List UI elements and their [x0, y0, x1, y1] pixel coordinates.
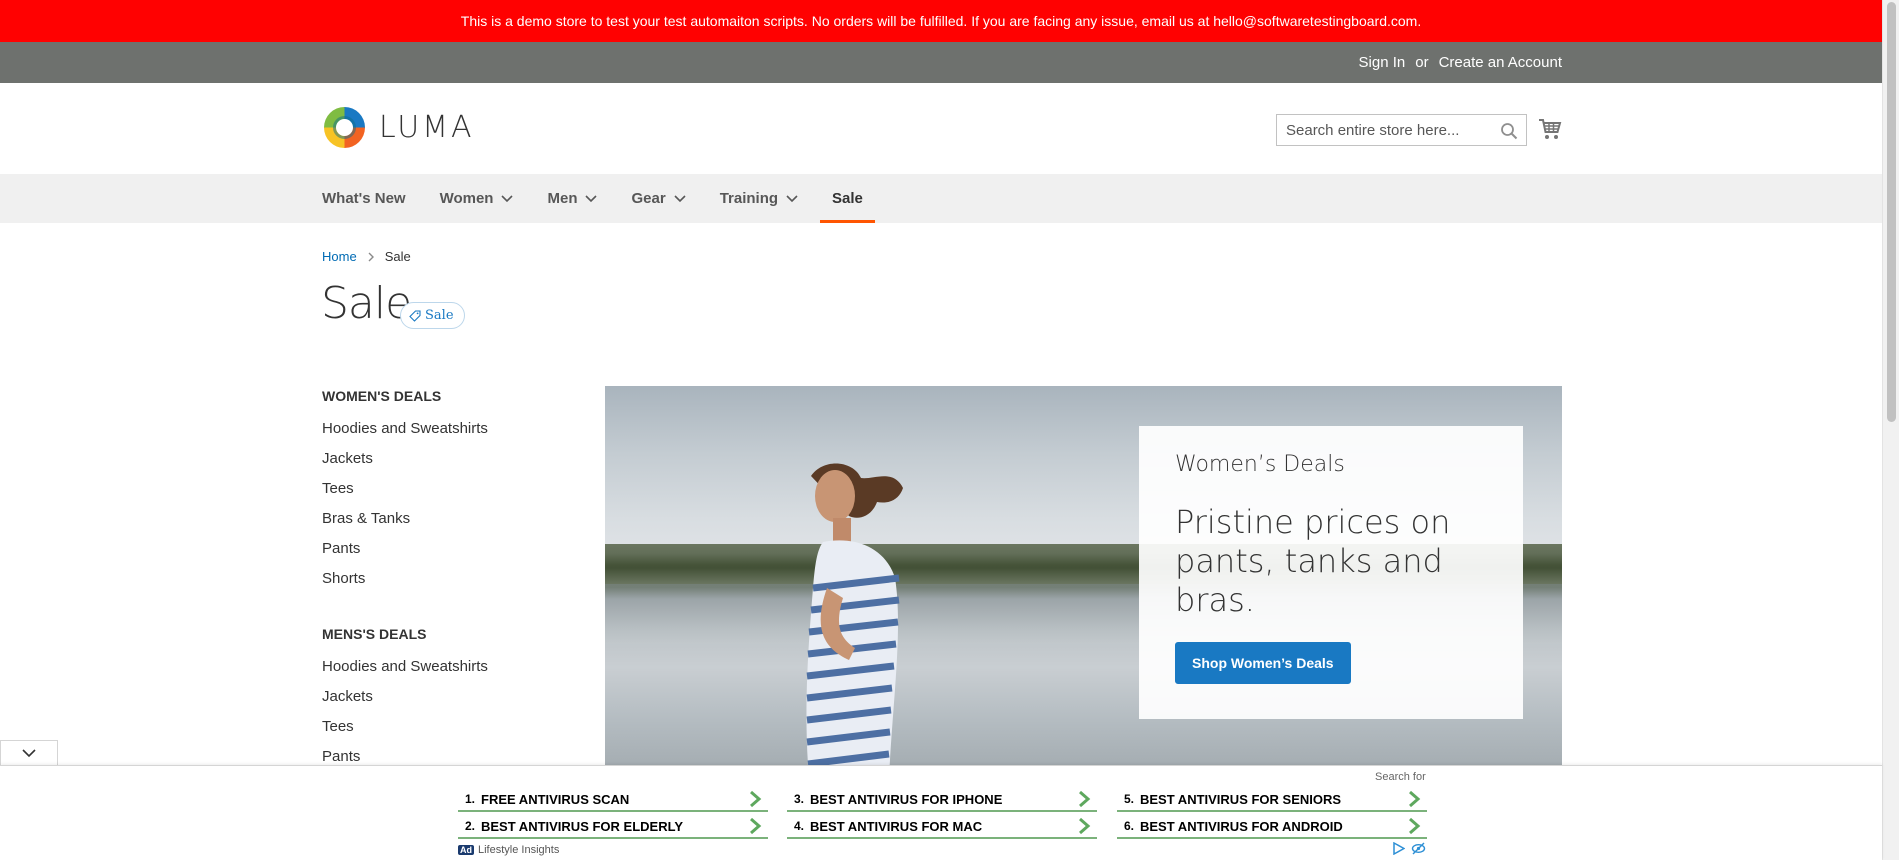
panel-header: Sign In or Create an Account	[0, 42, 1882, 83]
sidebar-item-women-jackets[interactable]: Jackets	[322, 444, 572, 474]
tag-icon	[409, 309, 421, 322]
ad-item-number: 5.	[1124, 792, 1135, 806]
nav-item-women[interactable]: Women	[440, 174, 548, 223]
ad-item-text: BEST ANTIVIRUS FOR SENIORS	[1140, 791, 1342, 807]
ad-link-1[interactable]: 1. FREE ANTIVIRUS SCAN	[458, 788, 768, 812]
nav-item-label: What's New	[322, 190, 406, 207]
search-input[interactable]	[1286, 121, 1517, 139]
mens-deals-list: Hoodies and Sweatshirts Jackets Tees Pan…	[322, 652, 572, 772]
sidebar-item-women-shorts[interactable]: Shorts	[322, 564, 572, 594]
chevron-right-icon	[1409, 790, 1421, 808]
promo-headline: Pristine prices on pants, tanks and bras…	[1175, 503, 1451, 619]
sale-tag-label: Sale	[425, 308, 454, 323]
womens-deals-hero-banner[interactable]: Women’s Deals Pristine prices on pants, …	[605, 386, 1562, 766]
ad-item-number: 6.	[1124, 819, 1135, 833]
ad-link-6[interactable]: 6. BEST ANTIVIRUS FOR ANDROID	[1117, 815, 1427, 839]
ad-link-5[interactable]: 5. BEST ANTIVIRUS FOR SENIORS	[1117, 788, 1427, 812]
nav-item-label: Women	[439, 190, 494, 207]
ad-sponsor-name: Lifestyle Insights	[478, 844, 560, 856]
main-navigation: What's New Women Men Gear Training Sale	[0, 174, 1882, 223]
promo-card: Women’s Deals Pristine prices on pants, …	[1139, 426, 1523, 719]
ad-collapse-toggle[interactable]	[0, 740, 58, 766]
sidebar-item-women-pants[interactable]: Pants	[322, 534, 572, 564]
sidebar-item-women-tees[interactable]: Tees	[322, 474, 572, 504]
ad-sponsor[interactable]: Ad Lifestyle Insights	[458, 844, 559, 856]
ad-item-text: BEST ANTIVIRUS FOR IPHONE	[810, 791, 1003, 807]
ad-badge: Ad	[458, 845, 474, 855]
womens-deals-list: Hoodies and Sweatshirts Jackets Tees Bra…	[322, 414, 572, 594]
runner-image	[806, 463, 903, 766]
sidebar-item-women-hoodies[interactable]: Hoodies and Sweatshirts	[322, 414, 572, 444]
mens-deals-heading: MENS'S DEALS	[322, 626, 427, 642]
or-text: or	[1415, 54, 1429, 71]
breadcrumb-home-link[interactable]: Home	[322, 249, 357, 264]
nav-item-gear[interactable]: Gear	[631, 174, 719, 223]
nav-item-label: Men	[547, 190, 578, 207]
shopping-cart-icon[interactable]	[1538, 117, 1562, 141]
sidebar-item-women-bras-tanks[interactable]: Bras & Tanks	[322, 504, 572, 534]
chevron-right-icon	[1079, 817, 1091, 835]
ad-search-for-label: Search for	[1375, 771, 1426, 783]
chevron-down-icon	[674, 194, 686, 202]
ad-item-number: 1.	[465, 792, 476, 806]
chevron-right-icon	[1079, 790, 1091, 808]
womens-deals-heading: WOMEN'S DEALS	[322, 388, 442, 404]
chevron-down-icon	[585, 194, 598, 202]
ad-item-number: 3.	[794, 792, 805, 806]
chevron-down-icon	[501, 194, 514, 202]
search-icon[interactable]	[1500, 122, 1518, 140]
nav-item-label: Gear	[631, 190, 666, 207]
chevron-right-icon	[750, 817, 762, 835]
nav-item-whats-new[interactable]: What's New	[322, 174, 440, 223]
demo-store-banner: This is a demo store to test your test a…	[0, 0, 1882, 42]
hide-ad-eye-icon[interactable]	[1411, 842, 1426, 855]
ad-link-3[interactable]: 3. BEST ANTIVIRUS FOR IPHONE	[787, 788, 1097, 812]
ad-item-text: BEST ANTIVIRUS FOR ELDERLY	[481, 818, 684, 834]
sidebar-item-men-hoodies[interactable]: Hoodies and Sweatshirts	[322, 652, 572, 682]
shop-womens-deals-button[interactable]: Shop Women’s Deals	[1175, 642, 1351, 684]
sign-in-link[interactable]: Sign In	[1359, 54, 1406, 71]
ad-item-text: FREE ANTIVIRUS SCAN	[481, 791, 630, 807]
breadcrumb-current: Sale	[384, 249, 411, 264]
sidebar-item-men-jackets[interactable]: Jackets	[322, 682, 572, 712]
ad-item-number: 2.	[465, 819, 476, 833]
sale-tag-badge[interactable]: Sale	[400, 302, 465, 329]
luma-logo-text: LUMA	[379, 110, 475, 145]
breadcrumb: Home Sale	[322, 249, 411, 264]
deals-sidebar: WOMEN'S DEALS Hoodies and Sweatshirts Ja…	[322, 384, 572, 772]
nav-item-label: Training	[719, 190, 779, 207]
demo-banner-text: This is a demo store to test your test a…	[460, 13, 1422, 29]
ad-controls	[1392, 842, 1426, 855]
ad-item-text: BEST ANTIVIRUS FOR MAC	[810, 818, 983, 834]
header-links: Sign In or Create an Account	[1359, 42, 1562, 83]
luma-logo-icon	[324, 107, 365, 148]
ad-link-2[interactable]: 2. BEST ANTIVIRUS FOR ELDERLY	[458, 815, 768, 839]
nav-item-training[interactable]: Training	[720, 174, 832, 223]
luma-logo[interactable]: LUMA	[322, 105, 475, 150]
create-account-link[interactable]: Create an Account	[1439, 54, 1562, 71]
sidebar-item-men-tees[interactable]: Tees	[322, 712, 572, 742]
nav-item-men[interactable]: Men	[547, 174, 631, 223]
search-box[interactable]	[1276, 114, 1527, 146]
chevron-right-icon	[1409, 817, 1421, 835]
nav-item-sale[interactable]: Sale	[820, 174, 897, 223]
ad-choices-icon[interactable]	[1392, 842, 1405, 855]
sponsored-search-ad-bar: Search for 1. FREE ANTIVIRUS SCAN 2. BES…	[0, 765, 1882, 860]
ad-item-number: 4.	[794, 819, 805, 833]
page-title: Sale	[321, 278, 412, 329]
chevron-right-icon	[368, 252, 374, 261]
chevron-down-icon	[786, 194, 798, 202]
nav-item-label: Sale	[832, 190, 863, 207]
page-scrollbar[interactable]	[1882, 0, 1899, 860]
scrollbar-thumb[interactable]	[1887, 2, 1896, 422]
ad-link-4[interactable]: 4. BEST ANTIVIRUS FOR MAC	[787, 815, 1097, 839]
ad-item-text: BEST ANTIVIRUS FOR ANDROID	[1140, 818, 1343, 834]
chevron-down-icon	[22, 749, 36, 758]
header-content: LUMA	[0, 83, 1882, 174]
chevron-right-icon	[750, 790, 762, 808]
promo-kicker: Women’s Deals	[1175, 452, 1345, 477]
